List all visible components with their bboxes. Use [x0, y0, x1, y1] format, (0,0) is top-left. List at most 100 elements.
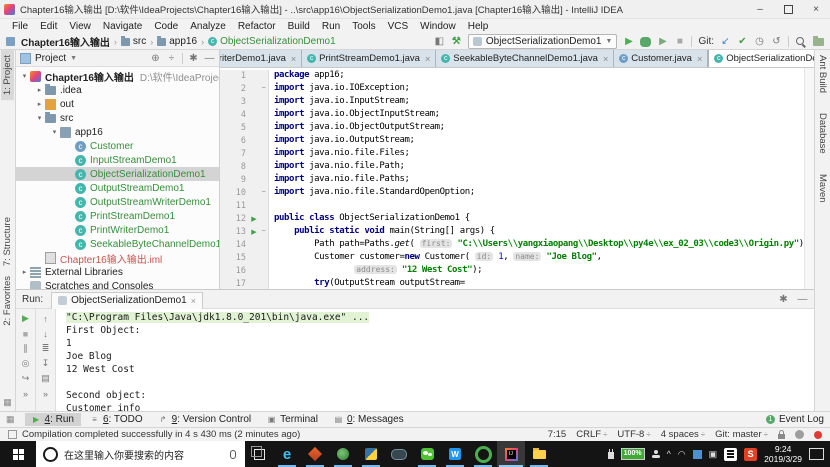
code-line[interactable]: 11	[220, 200, 814, 213]
notification-icon[interactable]	[814, 430, 822, 439]
menu-edit[interactable]: Edit	[34, 21, 63, 32]
stop-icon[interactable]: ■	[674, 36, 685, 48]
more-icon[interactable]: »	[40, 387, 51, 400]
breadcrumb-item[interactable]: app16	[157, 35, 197, 47]
vcs-icon[interactable]: ↱	[159, 415, 168, 425]
toolwindow-button-6-todo[interactable]: ≡ 6: TODO	[83, 413, 150, 426]
code-line[interactable]: 14 Path path=Paths.get( first: "C:\\User…	[220, 239, 814, 252]
toolwindow-button-4-run[interactable]: ▶ 4: Run	[24, 413, 81, 426]
taskbar-app-w-shield[interactable]: W	[441, 441, 469, 467]
close-icon[interactable]: ×	[603, 54, 608, 64]
network-icon[interactable]: ◠	[678, 449, 686, 460]
tree-expand-icon[interactable]: ▸	[34, 100, 45, 108]
person-icon[interactable]	[651, 450, 660, 458]
tree-item-customer[interactable]: c Customer	[16, 139, 219, 153]
tree-expand-icon[interactable]: ▾	[34, 114, 45, 122]
hide-icon[interactable]: —	[204, 52, 215, 64]
softwrap-icon[interactable]: ≣	[40, 342, 51, 355]
code-line[interactable]: 16 address: "12 West Cost");	[220, 265, 814, 278]
editor-tab-customer-java[interactable]: c Customer.java ×	[614, 50, 709, 67]
tree-item-scratches-and-consoles[interactable]: Scratches and Consoles	[16, 279, 219, 289]
tree-item--idea[interactable]: ▸ .idea	[16, 83, 219, 97]
menu-build[interactable]: Build	[282, 21, 316, 32]
search-icon[interactable]	[795, 36, 807, 48]
editor-tab-seekablebytechanneldemo1-java[interactable]: c SeekableByteChannelDemo1.java ×	[436, 50, 615, 67]
tree-item-chapter16-[interactable]: ▾ Chapter16输入输出 D:\软件\IdeaProjects\Chapte	[16, 69, 219, 83]
toolwindows-icon[interactable]: ◧	[434, 36, 445, 48]
code-line[interactable]: 4 import java.io.ObjectInputStream;	[220, 109, 814, 122]
tree-expand-icon[interactable]: ▸	[19, 268, 30, 276]
fold-icon[interactable]: −	[259, 226, 269, 239]
run-icon[interactable]: ▶	[623, 36, 634, 48]
code-line[interactable]: 5 import java.io.ObjectOutputStream;	[220, 122, 814, 135]
taskbar-app-task-view[interactable]	[245, 441, 273, 467]
hidden-icons-icon[interactable]: ^	[667, 449, 671, 459]
down-icon[interactable]: ↓	[40, 327, 51, 340]
messages-icon[interactable]: ▤	[334, 415, 343, 425]
lock-icon[interactable]	[778, 429, 785, 439]
status-git-master[interactable]: Git: master ÷	[715, 429, 768, 440]
editor-tab-printstreamdemo1-java[interactable]: c PrintStreamDemo1.java ×	[302, 50, 437, 67]
close-icon[interactable]: ×	[697, 54, 702, 64]
stripe-structure-button[interactable]: 7: Structure	[1, 212, 14, 271]
debug-icon[interactable]	[640, 36, 652, 47]
print-icon[interactable]: ▤	[40, 372, 51, 385]
ime-icon[interactable]	[724, 447, 738, 461]
find-in-files-icon[interactable]	[813, 35, 824, 46]
tree-expand-icon[interactable]: ▾	[49, 128, 60, 136]
settings-icon[interactable]: ✱	[188, 52, 199, 64]
rerun-icon[interactable]: ▶	[20, 312, 31, 325]
editor-tab-objectserializationdemo1-java[interactable]: cObjectSerializationDemo1.java×	[708, 50, 814, 67]
breadcrumb-item[interactable]: src	[120, 35, 146, 47]
tree-item-out[interactable]: ▸ out	[16, 97, 219, 111]
stop-icon[interactable]: ■	[20, 327, 31, 340]
run-gutter-icon[interactable]: ▶	[249, 226, 259, 239]
pause-icon[interactable]: ∥	[20, 342, 31, 355]
menu-refactor[interactable]: Refactor	[232, 21, 282, 32]
tree-item-chapter16-iml[interactable]: Chapter16输入输出.iml	[16, 251, 219, 265]
breadcrumb-item[interactable]: Chapter16输入输出	[21, 34, 110, 49]
tree-item-external-libraries[interactable]: ▸ External Libraries	[16, 265, 219, 279]
code-line[interactable]: 15 Customer customer=new Customer( id: 1…	[220, 252, 814, 265]
code-line[interactable]: 9 import java.nio.file.Paths;	[220, 174, 814, 187]
code-line[interactable]: 10− import java.nio.file.StandardOpenOpti…	[220, 187, 814, 200]
stripe-project-button[interactable]: 1: Project	[1, 50, 14, 101]
more-icon[interactable]: »	[20, 387, 31, 400]
hector-icon[interactable]	[795, 430, 804, 439]
build-icon[interactable]: ⚒	[451, 36, 462, 48]
update-icon[interactable]: ↙	[720, 36, 731, 48]
locate-icon[interactable]: ⊕	[150, 52, 161, 64]
screenshot-icon[interactable]: ◎	[20, 357, 31, 370]
close-icon[interactable]: ×	[291, 54, 296, 64]
code-line[interactable]: 6 import java.io.OutputStream;	[220, 135, 814, 148]
tree-item-outputstreamdemo1[interactable]: c OutputStreamDemo1	[16, 181, 219, 195]
toolwindow-button-terminal[interactable]: ▣ Terminal	[260, 413, 325, 426]
tree-item-outputstreamwriterdemo1[interactable]: c OutputStreamWriterDemo1	[16, 195, 219, 209]
microphone-icon[interactable]	[230, 449, 236, 459]
tree-item-seekablebytechanneldemo1[interactable]: c SeekableByteChannelDemo1	[16, 237, 219, 251]
menu-code[interactable]: Code	[148, 21, 184, 32]
taskbar-app-intellij[interactable]: IJ	[497, 441, 525, 467]
tree-expand-icon[interactable]: ▸	[34, 86, 45, 94]
stripe-ant-build-button[interactable]: Ant Build	[816, 50, 829, 98]
settings-icon[interactable]: ✱	[778, 293, 789, 305]
run-configuration-selector[interactable]: ObjectSerializationDemo1 ▼	[467, 34, 618, 49]
stripe-database-button[interactable]: Database	[816, 108, 829, 159]
event-log-button[interactable]: 1 Event Log	[765, 414, 824, 425]
run-icon[interactable]: ▶	[32, 415, 41, 425]
taskbar-app-python-app[interactable]	[357, 441, 385, 467]
run-console-tab[interactable]: ObjectSerializationDemo1 ×	[51, 291, 204, 309]
fold-icon[interactable]: −	[259, 187, 269, 200]
toolwindow-button-9-version-control[interactable]: ↱ 9: Version Control	[152, 413, 259, 426]
tree-item-src[interactable]: ▾ src	[16, 111, 219, 125]
breadcrumb-item[interactable]: c ObjectSerializationDemo1	[208, 36, 336, 47]
code-line[interactable]: 3 import java.io.InputStream;	[220, 96, 814, 109]
menu-tools[interactable]: Tools	[346, 21, 381, 32]
toolwindow-toggle-icon[interactable]: ▦	[3, 397, 12, 411]
status-4-spaces[interactable]: 4 spaces ÷	[661, 429, 705, 440]
coverage-icon[interactable]: ▶	[657, 36, 668, 48]
run-gutter-icon[interactable]: ▶	[249, 213, 259, 226]
code-editor[interactable]: ✔ 1package app16;2−import java.io.IOExce…	[220, 68, 814, 289]
terminal-icon[interactable]: ▣	[267, 415, 276, 425]
tree-expand-icon[interactable]: ▾	[19, 72, 30, 80]
